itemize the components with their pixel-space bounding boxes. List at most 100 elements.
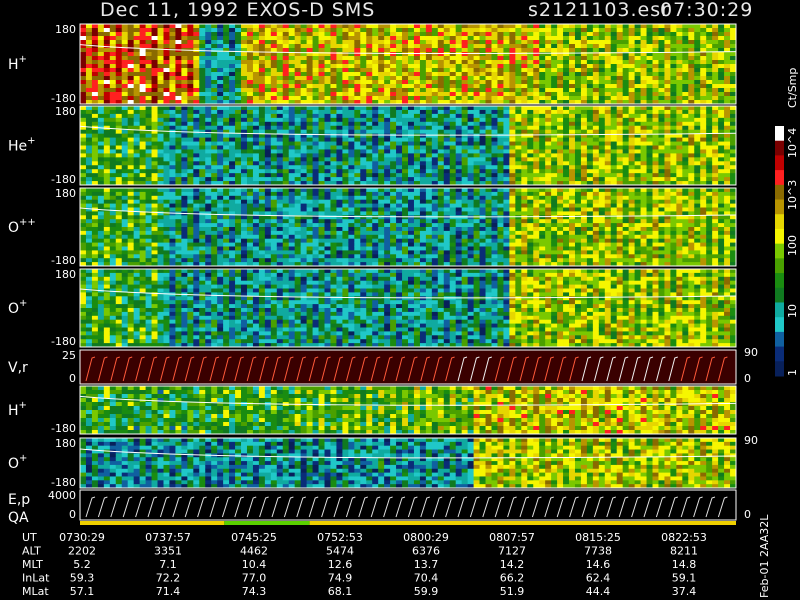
heatmap-cell [109, 246, 117, 251]
heatmap-cell [85, 96, 93, 101]
heatmap-cell [354, 109, 361, 115]
heatmap-cell [557, 141, 564, 146]
heatmap-cell [443, 125, 451, 131]
heatmap-cell [610, 125, 618, 131]
heatmap-cell [563, 80, 570, 85]
heatmap-cell [235, 188, 242, 193]
heatmap-cell [366, 149, 373, 154]
heatmap-cell [515, 96, 522, 101]
heatmap-cell [724, 117, 731, 123]
heatmap-cell [503, 28, 510, 33]
heatmap-cell [151, 195, 158, 201]
heatmap-cell [199, 56, 206, 61]
heatmap-cell [646, 40, 653, 45]
heatmap-cell [396, 141, 403, 146]
heatmap-cell [294, 145, 302, 150]
heatmap-cell [336, 141, 343, 146]
heatmap-cell [217, 141, 224, 146]
heatmap-cell [97, 254, 105, 259]
heatmap-cell [264, 117, 272, 123]
heatmap-cell [312, 169, 319, 174]
heatmap-cell [103, 48, 111, 53]
heatmap-cell [288, 48, 296, 53]
heatmap-cell [354, 165, 361, 170]
heatmap-cell [509, 137, 516, 142]
heatmap-cell [109, 211, 117, 216]
heatmap-cell [270, 28, 278, 33]
heatmap-cell [473, 145, 480, 150]
heatmap-cell [437, 92, 445, 97]
heatmap-cell [664, 96, 671, 101]
heatmap-cell [223, 52, 230, 57]
heatmap-cell [539, 88, 546, 93]
heatmap-cell [300, 106, 308, 111]
heatmap-cell [193, 133, 200, 138]
heatmap-cell [288, 68, 296, 73]
heatmap-cell [634, 165, 641, 170]
heatmap-cell [557, 117, 564, 123]
heatmap-cell [634, 157, 641, 162]
heatmap-cell [223, 165, 230, 170]
heatmap-cell [491, 125, 498, 131]
heatmap-cell [145, 230, 152, 236]
heatmap-cell [730, 72, 737, 77]
heatmap-cell [533, 48, 540, 53]
heatmap-cell [419, 161, 427, 166]
heatmap-cell [658, 117, 665, 123]
heatmap-cell [199, 199, 206, 204]
heatmap-cell [724, 64, 731, 69]
heatmap-cell [288, 165, 296, 170]
heatmap-cell [163, 121, 170, 127]
heatmap-cell [235, 242, 242, 247]
heatmap-cell [109, 169, 117, 174]
heatmap-cell [366, 109, 373, 115]
heatmap-cell [181, 56, 188, 61]
heatmap-cell [730, 28, 737, 33]
heatmap-cell [336, 149, 343, 154]
heatmap-cell [640, 125, 647, 131]
heatmap-cell [557, 60, 564, 65]
heatmap-cell [348, 84, 355, 89]
heatmap-cell [336, 153, 343, 158]
heatmap-cell [288, 88, 296, 93]
heatmap-cell [151, 207, 158, 212]
heatmap-cell [366, 52, 373, 57]
heatmap-cell [670, 48, 677, 53]
heatmap-cell [461, 96, 469, 101]
heatmap-cell [467, 117, 474, 123]
heatmap-cell [348, 161, 355, 166]
heatmap-cell [258, 137, 266, 142]
heatmap-cell [342, 129, 349, 135]
heatmap-cell [467, 88, 474, 93]
heatmap-cell [306, 161, 313, 166]
heatmap-cell [515, 109, 522, 115]
heatmap-cell [193, 195, 200, 201]
heatmap-cell [551, 36, 558, 41]
heatmap-cell [485, 88, 492, 93]
heatmap-cell [384, 125, 391, 131]
heatmap-cell [97, 137, 105, 142]
heatmap-cell [479, 80, 486, 85]
heatmap-cell [300, 165, 308, 170]
heatmap-cell [372, 149, 379, 154]
heatmap-cell [443, 56, 451, 61]
heatmap-cell [246, 76, 254, 81]
heatmap-cell [658, 149, 665, 154]
heatmap-cell [360, 32, 367, 37]
heatmap-cell [473, 129, 480, 135]
heatmap-cell [610, 44, 618, 49]
heatmap-cell [103, 153, 111, 158]
heatmap-cell [306, 88, 313, 93]
heatmap-cell [658, 96, 665, 101]
heatmap-cell [175, 238, 182, 243]
heatmap-cell [258, 173, 266, 178]
heatmap-cell [718, 36, 725, 41]
heatmap-cell [318, 88, 325, 93]
heatmap-cell [497, 60, 504, 65]
heatmap-cell [80, 258, 87, 263]
heatmap-cell [264, 40, 272, 45]
heatmap-cell [217, 92, 224, 97]
heatmap-cell [80, 188, 87, 193]
heatmap-cell [175, 117, 182, 123]
heatmap-cell [246, 60, 254, 65]
